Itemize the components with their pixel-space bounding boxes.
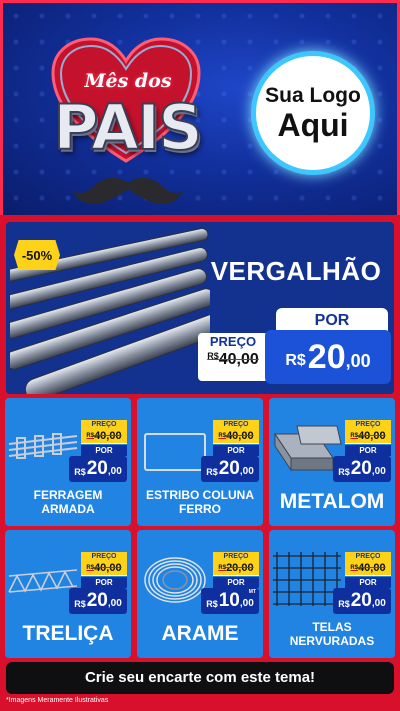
discount-badge: -50% — [14, 240, 60, 270]
product-name: ESTRIBO COLUNA FERRO — [146, 488, 254, 516]
unit-label: MT — [248, 589, 256, 595]
title-script: Mês dos — [84, 70, 172, 92]
price-box: R$ 10,00 MT — [201, 588, 259, 614]
por-label: POR — [345, 445, 391, 456]
old-price-box: PREÇO R$20,00 — [213, 552, 259, 576]
hero-price: R$ 20 ,00 — [265, 330, 391, 384]
product-card-arame[interactable]: PREÇO R$20,00 POR R$ 10,00 MT ARAME — [137, 530, 263, 658]
product-name: ARAME — [161, 622, 239, 645]
mustache-icon — [73, 177, 183, 204]
hero-old-price-value: R$40,00 — [207, 351, 259, 368]
product-card-telas[interactable]: PREÇO R$40,00 POR R$ 20,00 TELAS NERVURADA… — [269, 530, 395, 658]
header-banner: Mês dos PAIS Sua Logo Aqui — [0, 0, 400, 215]
por-label: POR — [81, 577, 127, 588]
product-name: FERRAGEM ARMADA — [33, 488, 103, 516]
old-price-box: PREÇO R$40,00 — [345, 552, 391, 576]
por-label: POR — [213, 445, 259, 456]
price-box: R$ 20,00 — [69, 456, 127, 482]
logo-line1: Sua Logo — [265, 84, 361, 107]
hero-preco-label: PREÇO — [209, 334, 257, 349]
product-name: TELAS NERVURADAS — [289, 620, 375, 648]
product-name: METALOM — [279, 490, 385, 513]
por-label: POR — [213, 577, 259, 588]
title-lockup: Mês dos PAIS — [21, 25, 231, 205]
por-label: POR — [81, 445, 127, 456]
product-card-estribo[interactable]: PREÇO R$40,00 POR R$ 20,00 ESTRIBO COLUNA … — [137, 398, 263, 526]
hero-old-price: PREÇO R$40,00 — [198, 333, 268, 381]
logo-placeholder[interactable]: Sua Logo Aqui — [251, 51, 375, 175]
old-price-box: PREÇO R$40,00 — [81, 420, 127, 444]
disclaimer: *Imagens Meramente Ilustrativas — [6, 697, 109, 704]
old-price-box: PREÇO R$40,00 — [213, 420, 259, 444]
price-box: R$ 20,00 — [333, 588, 391, 614]
por-label: POR — [345, 577, 391, 588]
hero-product-name: VERGALHÃO — [210, 256, 382, 286]
hero-currency: R$ — [285, 352, 306, 369]
product-name: TRELIÇA — [22, 622, 114, 645]
hero-price-int: 20 — [307, 337, 346, 376]
hero-price-dec: ,00 — [345, 350, 371, 371]
old-price-box: PREÇO R$40,00 — [345, 420, 391, 444]
old-price-box: PREÇO R$40,00 — [81, 552, 127, 576]
logo-line2: Aqui — [277, 107, 349, 143]
product-card-trelica[interactable]: PREÇO R$40,00 POR R$ 20,00 TRELIÇA — [5, 530, 131, 658]
product-card-metalom[interactable]: PREÇO R$40,00 POR R$ 20,00 METALOM — [269, 398, 395, 526]
title-main: PAIS — [52, 90, 203, 165]
create-flyer-button[interactable]: Crie seu encarte com este tema! — [6, 662, 394, 694]
price-box: R$ 20,00 — [201, 456, 259, 482]
product-card-ferragem[interactable]: PREÇO R$40,00 POR R$ 20,00 FERRAGEM ARMADA — [5, 398, 131, 526]
price-box: R$ 20,00 — [333, 456, 391, 482]
price-box: R$ 20,00 — [69, 588, 127, 614]
